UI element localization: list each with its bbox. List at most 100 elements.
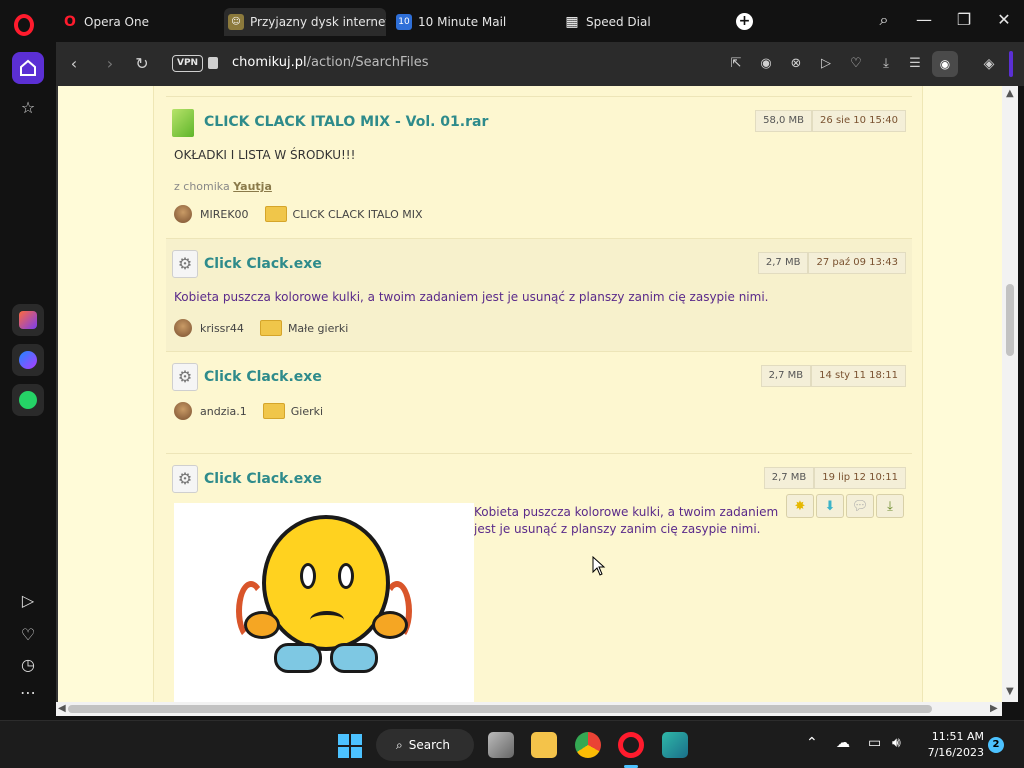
send-icon[interactable]: ▷ — [817, 55, 835, 73]
taskbar-search-button[interactable]: ⌕ Search — [376, 729, 474, 761]
exe-gear-icon[interactable]: ⚙ — [172, 250, 198, 278]
file-title-link[interactable]: Click Clack.exe — [204, 369, 322, 385]
back-arrow-icon[interactable]: ‹ — [64, 54, 84, 74]
tab-speed-dial[interactable]: ▦ Speed Dial — [564, 8, 714, 36]
thumbnail-hand-left — [244, 611, 280, 639]
task-view-icon[interactable] — [488, 732, 514, 758]
restore-button[interactable]: ❐ — [954, 10, 974, 30]
comment-bubble-icon[interactable]: 💬︎ — [846, 494, 874, 518]
windows-start-icon[interactable] — [338, 734, 362, 758]
close-button[interactable]: ✕ — [994, 10, 1014, 30]
forward-arrow-icon[interactable]: › — [100, 54, 120, 74]
tab-search-icon[interactable]: ⌕ — [874, 10, 894, 30]
folder-link[interactable]: Małe gierki — [288, 322, 348, 335]
tab-chomikuj[interactable]: ☺ Przyjazny dysk internetow — [224, 8, 386, 36]
file-badges: 58,0 MB 26 sie 10 15:40 — [755, 110, 906, 132]
user-avatar-icon[interactable] — [174, 205, 192, 223]
screen: O Opera One ☺ Przyjazny dysk internetow … — [0, 0, 1024, 768]
scroll-right-icon[interactable]: ▶ — [990, 703, 998, 714]
speed-dial-grid-icon: ▦ — [565, 14, 579, 30]
history-clock-icon[interactable]: ◷ — [18, 655, 38, 675]
ad-blocker-icon[interactable]: ⊗ — [787, 55, 805, 73]
player-icon[interactable]: ▷ — [18, 591, 38, 611]
tab-label: 10 Minute Mail — [418, 15, 507, 29]
camera-snapshot-icon[interactable]: ◉ — [757, 55, 775, 73]
thumbnail-eye-left — [300, 563, 316, 589]
url-path: /action/SearchFiles — [306, 55, 429, 70]
chrome-icon[interactable] — [575, 732, 601, 758]
download-icon[interactable]: ⤓ — [877, 55, 895, 73]
home-icon[interactable] — [12, 52, 44, 84]
file-title-link[interactable]: Click Clack.exe — [204, 471, 322, 487]
network-icon[interactable]: ▭ — [868, 735, 881, 751]
tab-opera-one[interactable]: O Opera One — [62, 8, 212, 36]
vertical-scrollbar[interactable]: ▲ ▼ — [1002, 86, 1018, 702]
file-badges: 2,7 MB 19 lip 12 10:11 — [763, 467, 906, 489]
whatsapp-icon[interactable] — [12, 384, 44, 416]
cloud-offline-icon[interactable]: ☁ — [836, 735, 850, 751]
vertical-scroll-thumb[interactable] — [1006, 284, 1014, 356]
messenger-icon[interactable] — [12, 344, 44, 376]
thumbnail-mouth — [310, 611, 344, 629]
url-field[interactable]: chomikuj.pl/action/SearchFiles — [232, 55, 429, 70]
user-avatar-icon[interactable] — [174, 402, 192, 420]
file-title-link[interactable]: CLICK CLACK ITALO MIX - Vol. 01.rar — [204, 114, 488, 130]
notification-count-badge[interactable]: 2 — [988, 737, 1004, 753]
tab-label: Speed Dial — [586, 15, 651, 29]
share-icon[interactable]: ⇱ — [727, 55, 745, 73]
new-tab-button[interactable]: + — [736, 13, 753, 30]
profile-icon[interactable]: ◉ — [932, 51, 958, 77]
tray-chevron-up-icon[interactable]: ⌃ — [806, 735, 818, 751]
uploader-link[interactable]: krissr44 — [200, 322, 244, 335]
aria-app-icon[interactable] — [12, 304, 44, 336]
file-description: Kobieta puszcza kolorowe kulki, a twoim … — [174, 290, 769, 304]
opera-taskbar-icon[interactable] — [618, 732, 644, 758]
uploader-link[interactable]: MIREK00 — [200, 208, 249, 221]
horizontal-scroll-thumb[interactable] — [68, 705, 932, 713]
folder-icon[interactable] — [264, 206, 287, 222]
scroll-up-icon[interactable]: ▲ — [1006, 88, 1014, 99]
file-explorer-icon[interactable] — [531, 732, 557, 758]
extensions-cube-icon[interactable]: ◈ — [980, 55, 998, 73]
reload-icon[interactable]: ↻ — [132, 54, 152, 74]
uploader-link[interactable]: andzia.1 — [200, 405, 247, 418]
folder-link[interactable]: CLICK CLACK ITALO MIX — [293, 208, 423, 221]
taskbar-clock[interactable]: 11:51 AM 7/16/2023 — [910, 729, 984, 761]
scroll-down-icon[interactable]: ▼ — [1006, 686, 1014, 697]
exe-gear-icon[interactable]: ⚙ — [172, 465, 198, 493]
scroll-left-icon[interactable]: ◀ — [58, 703, 66, 714]
ten-minute-mail-favicon-icon: 10 — [396, 14, 412, 30]
file-description: Kobieta puszcza kolorowe kulki, a twoim … — [474, 505, 779, 536]
clock-time: 11:51 AM — [931, 730, 984, 743]
file-date: 26 sie 10 15:40 — [812, 110, 906, 132]
file-result: ⚙ Click Clack.exe 2,7 MB 14 sty 11 18:11… — [166, 351, 912, 453]
tab-10-minute-mail[interactable]: 10 10 Minute Mail — [396, 8, 546, 36]
volume-icon[interactable]: 🔊︎ — [892, 735, 901, 751]
folder-link[interactable]: Gierki — [291, 405, 323, 418]
file-date: 14 sty 11 18:11 — [811, 365, 906, 387]
minimize-button[interactable]: — — [914, 10, 934, 30]
lock-icon[interactable] — [208, 57, 218, 69]
exe-gear-icon[interactable]: ⚙ — [172, 363, 198, 391]
rar-file-icon[interactable] — [172, 109, 194, 137]
file-title-link[interactable]: Click Clack.exe — [204, 256, 322, 272]
folder-icon[interactable] — [259, 320, 282, 336]
folder-icon[interactable] — [262, 403, 285, 419]
star-rating-icon[interactable]: ✸ — [786, 494, 814, 518]
download-arrow-icon[interactable]: ⬇ — [816, 494, 844, 518]
chomikuj-favicon-icon: ☺ — [228, 14, 244, 30]
pinboard-icon[interactable]: ☆ — [18, 98, 38, 118]
opera-logo-icon[interactable] — [14, 14, 34, 36]
easy-setup-icon[interactable]: ☰ — [906, 55, 924, 73]
file-thumbnail-image[interactable] — [174, 503, 474, 702]
store-icon[interactable] — [662, 732, 688, 758]
results-panel: CLICK CLACK ITALO MIX - Vol. 01.rar 58,0… — [153, 86, 923, 702]
favorites-heart-icon[interactable]: ♡ — [18, 625, 38, 645]
bookmark-heart-icon[interactable]: ♡ — [847, 55, 865, 73]
horizontal-scrollbar[interactable]: ◀ ▶ — [56, 702, 1002, 716]
more-options-icon[interactable]: ⋯ — [18, 683, 38, 703]
source-user-link[interactable]: Yautja — [233, 180, 272, 193]
user-avatar-icon[interactable] — [174, 319, 192, 337]
save-to-chomik-icon[interactable]: ⤓ — [876, 494, 904, 518]
vpn-badge[interactable]: VPN — [172, 55, 204, 72]
